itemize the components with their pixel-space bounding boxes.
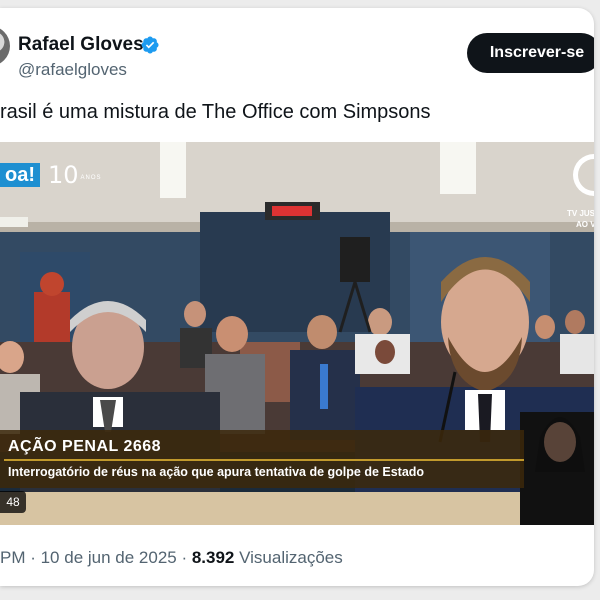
subscribe-button[interactable]: Inscrever-se xyxy=(467,33,594,73)
verified-badge-icon xyxy=(141,36,159,54)
tweet-meta: PM · 10 de jun de 2025 · 8.392 Visualiza… xyxy=(0,548,343,568)
channel-years-label: ANOS xyxy=(80,175,102,181)
tweet-text: rasil é uma mistura de The Office com Si… xyxy=(0,101,431,123)
avatar[interactable] xyxy=(0,26,10,66)
channel-logo-text: oa! xyxy=(0,163,40,187)
tv-label-line-1: TV JUS xyxy=(567,209,594,218)
tweet-card: Rafael Gloves @rafaelgloves Inscrever-se… xyxy=(0,8,594,586)
lower-third-title: AÇÃO PENAL 2668 xyxy=(8,438,162,455)
lower-third-divider xyxy=(4,459,524,461)
author-handle[interactable]: @rafaelgloves xyxy=(18,60,127,80)
lower-third-banner: AÇÃO PENAL 2668 Interrogatório de réus n… xyxy=(0,430,524,488)
video-player[interactable]: oa! 10 ANOS TV JUS AO V AÇÃO PENAL 2668 … xyxy=(0,142,594,525)
tweet-timestamp[interactable]: PM · 10 de jun de 2025 · xyxy=(0,548,192,567)
author-name[interactable]: Rafael Gloves xyxy=(18,34,144,56)
views-count: 8.392 xyxy=(191,548,235,567)
tv-label-line-2: AO V xyxy=(576,220,594,229)
video-timer: 48 xyxy=(0,491,26,513)
views-label: Visualizações xyxy=(234,548,343,567)
channel-years: 10 xyxy=(48,161,79,189)
lower-third-subtitle: Interrogatório de réus na ação que apura… xyxy=(8,465,425,479)
channel-logo: oa! 10 ANOS xyxy=(0,161,102,189)
tv-justica-label: TV JUS AO V xyxy=(567,208,594,230)
